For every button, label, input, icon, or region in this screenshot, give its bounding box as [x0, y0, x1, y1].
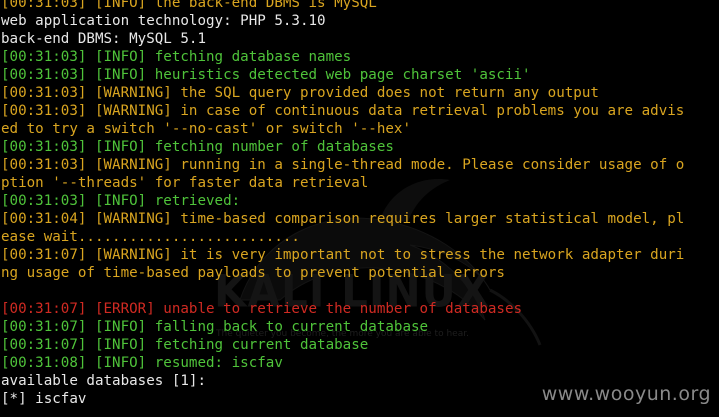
terminal-line: [00:31:07] [INFO] fetching current datab… — [1, 337, 369, 353]
terminal-line: [00:31:03] [WARNING] the SQL query provi… — [1, 85, 599, 101]
terminal-line: ease wait.......................... — [1, 229, 300, 245]
terminal-line: [00:31:03] [INFO] fetching database name… — [1, 49, 352, 65]
terminal-line: ed to try a switch '--no-cast' or switch… — [1, 121, 411, 137]
terminal-output: [00:31:03] [INFO] the back-end DBMS is M… — [1, 0, 684, 417]
terminal-line: [00:31:07] [ERROR] unable to retrieve th… — [1, 301, 523, 317]
terminal-line: back-end DBMS: MySQL 5.1 — [1, 31, 206, 47]
terminal-line: [00:31:08] [INFO] resumed: iscfav — [1, 355, 283, 371]
terminal-line: [00:31:03] [INFO] heuristics detected we… — [1, 67, 531, 83]
terminal-line: ption '--threads' for faster data retrie… — [1, 175, 369, 191]
terminal-line: [00:31:07] [INFO] falling back to curren… — [1, 319, 429, 335]
terminal-line: [00:31:03] [INFO] fetching number of dat… — [1, 139, 394, 155]
terminal-line: [00:31:07] [WARNING] it is very importan… — [1, 247, 685, 263]
terminal-line: [00:31:03] [WARNING] running in a single… — [1, 157, 685, 173]
terminal-line: ng usage of time-based payloads to preve… — [1, 265, 505, 281]
site-watermark: www.wooyun.org — [541, 383, 711, 405]
terminal-line: web application technology: PHP 5.3.10 — [1, 13, 326, 29]
terminal-window[interactable]: KALI LINUX The quieter you become, the m… — [0, 0, 719, 417]
terminal-line: [00:31:04] [WARNING] time-based comparis… — [1, 211, 685, 227]
terminal-line: [00:31:03] [INFO] retrieved: — [1, 193, 241, 209]
terminal-line: [00:31:03] [WARNING] in case of continuo… — [1, 103, 685, 119]
terminal-line: [00:31:03] [INFO] the back-end DBMS is M… — [1, 0, 377, 11]
